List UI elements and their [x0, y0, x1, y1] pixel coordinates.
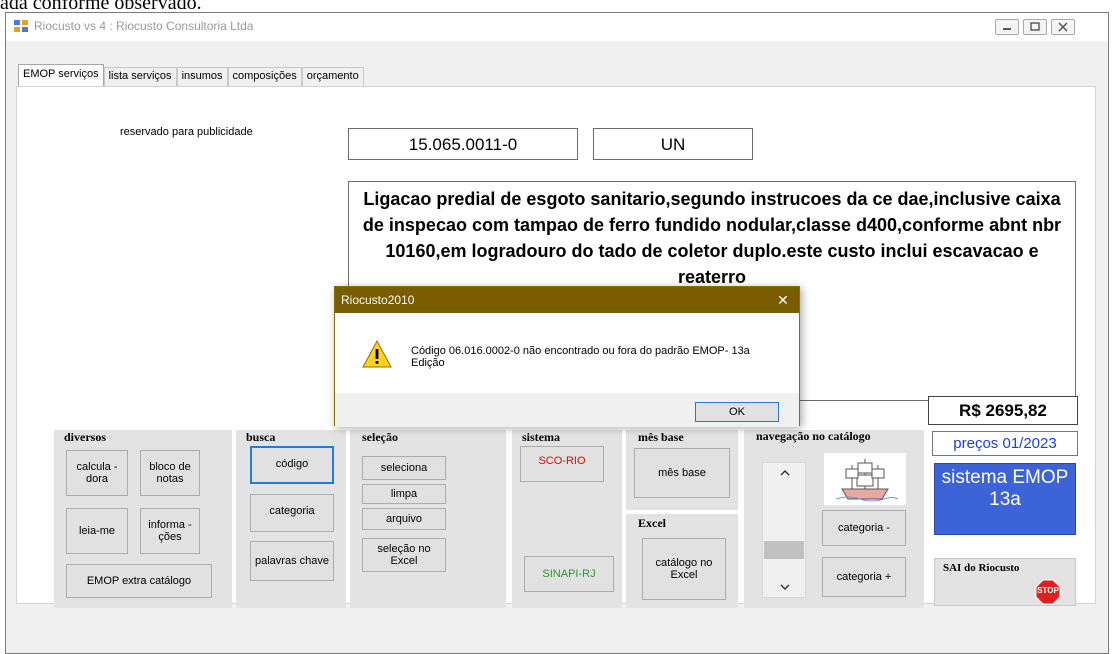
- window-title: Riocusto vs 4 : Riocusto Consultoria Ltd…: [34, 19, 254, 33]
- service-code-field[interactable]: 15.065.0011-0: [348, 128, 578, 160]
- unit-field[interactable]: UN: [593, 128, 753, 160]
- tab-composicoes[interactable]: composições: [227, 67, 302, 86]
- close-icon: [1058, 22, 1068, 32]
- prices-date-label: preços 01/2023: [932, 431, 1078, 456]
- busca-codigo-button[interactable]: código: [250, 446, 334, 484]
- exit-riocusto-button[interactable]: SAI do Riocusto STOP: [934, 558, 1076, 606]
- exit-riocusto-label: SAI do Riocusto: [943, 562, 1020, 574]
- maximize-icon: [1030, 22, 1040, 31]
- dialog-message: Código 06.016.0002-0 não encontrado ou f…: [411, 345, 750, 369]
- background-caption-text: ada conforme observado.: [0, 0, 202, 12]
- arquivo-button[interactable]: arquivo: [362, 508, 446, 530]
- tab-orcamento[interactable]: orçamento: [301, 67, 364, 86]
- calculadora-button[interactable]: calcula -dora: [66, 450, 128, 496]
- minimize-icon: [1003, 28, 1011, 30]
- selecao-no-excel-button[interactable]: seleção no Excel: [362, 538, 446, 572]
- group-excel-title: Excel: [638, 516, 666, 530]
- palavras-chave-button[interactable]: palavras chave: [250, 541, 334, 581]
- advert-placeholder: reservado para publicidade: [120, 126, 253, 138]
- ship-icon: [835, 459, 899, 502]
- seleciona-button[interactable]: seleciona: [362, 456, 446, 480]
- price-display: R$ 2695,82: [928, 396, 1078, 425]
- error-dialog: Riocusto2010 ✕ Código 06.016.0002-0 não …: [334, 286, 800, 427]
- group-sistema-title: sistema: [522, 430, 560, 444]
- group-diversos-title: diversos: [64, 430, 106, 444]
- chevron-down-icon[interactable]: [779, 583, 791, 591]
- sinapi-rj-button[interactable]: SINAPI-RJ: [524, 556, 614, 592]
- ok-button[interactable]: OK: [695, 402, 779, 422]
- dialog-title: Riocusto2010: [341, 293, 415, 307]
- mes-base-button[interactable]: mês base: [634, 448, 730, 498]
- tab-lista-servicos[interactable]: lista serviços: [103, 67, 177, 86]
- ship-image: [824, 453, 906, 505]
- sistema-emop-button[interactable]: sistema EMOP 13a: [934, 463, 1076, 535]
- emop-extra-catalogo-button[interactable]: EMOP extra catálogo: [66, 564, 212, 598]
- categoria-plus-button[interactable]: categoria +: [822, 557, 906, 597]
- categoria-minus-button[interactable]: categoria -: [822, 510, 906, 546]
- dialog-title-bar: Riocusto2010 ✕: [335, 287, 799, 313]
- dialog-close-button[interactable]: ✕: [771, 290, 795, 310]
- chevron-up-icon[interactable]: [779, 469, 791, 477]
- busca-categoria-button[interactable]: categoria: [250, 494, 334, 532]
- warning-icon: [362, 339, 392, 368]
- limpa-button[interactable]: limpa: [362, 484, 446, 504]
- catalogo-no-excel-button[interactable]: catálogo no Excel: [642, 538, 726, 600]
- group-busca-title: busca: [246, 430, 276, 444]
- maximize-button[interactable]: [1023, 19, 1047, 35]
- close-button[interactable]: [1051, 19, 1075, 35]
- leia-me-button[interactable]: leia-me: [66, 508, 128, 554]
- app-icon: [14, 20, 28, 32]
- bloco-de-notas-button[interactable]: bloco de notas: [140, 450, 200, 496]
- stop-sign-icon: STOP: [1035, 579, 1061, 605]
- title-bar: Riocusto vs 4 : Riocusto Consultoria Ltd…: [6, 13, 1108, 41]
- catalog-scrollbar[interactable]: [762, 462, 806, 598]
- tab-emop-servicos[interactable]: EMOP serviços: [18, 64, 104, 86]
- scrollbar-thumb[interactable]: [764, 541, 804, 559]
- group-mes-base-title: mês base: [638, 430, 684, 444]
- tab-strip: EMOP serviços lista serviços insumos com…: [18, 64, 364, 86]
- minimize-button[interactable]: [995, 19, 1019, 35]
- informacoes-button[interactable]: informa - ções: [140, 508, 200, 554]
- stop-sign-text: STOP: [1037, 586, 1059, 595]
- group-selecao-title: seleção: [362, 430, 398, 444]
- group-navegacao-title: navegação no catálogo: [756, 429, 871, 443]
- sco-rio-button[interactable]: SCO-RIO: [520, 446, 604, 482]
- tab-insumos[interactable]: insumos: [176, 67, 228, 86]
